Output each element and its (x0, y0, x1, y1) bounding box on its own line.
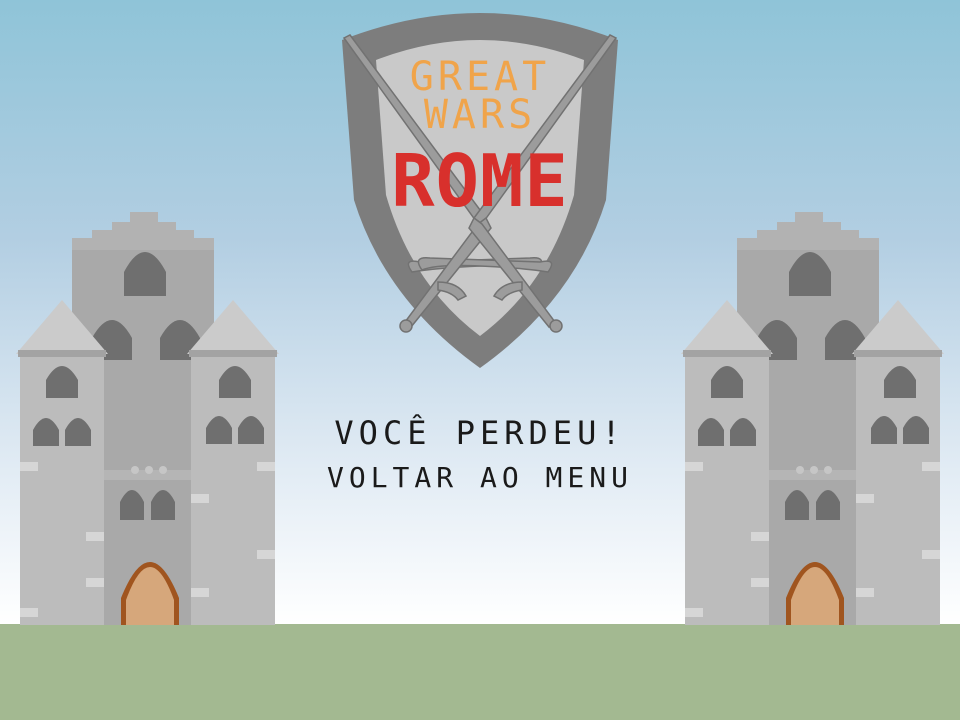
logo-line-rome: ROME (391, 139, 568, 223)
game-scene: GREAT WARS ROME (16, 13, 944, 625)
great-wars-rome-logo: GREAT WARS ROME (342, 13, 618, 368)
back-to-menu-button[interactable]: VOLTAR AO MENU (0, 461, 960, 494)
game-over-text: VOCÊ PERDEU! (334, 414, 626, 452)
logo-line-wars: WARS (424, 92, 536, 138)
